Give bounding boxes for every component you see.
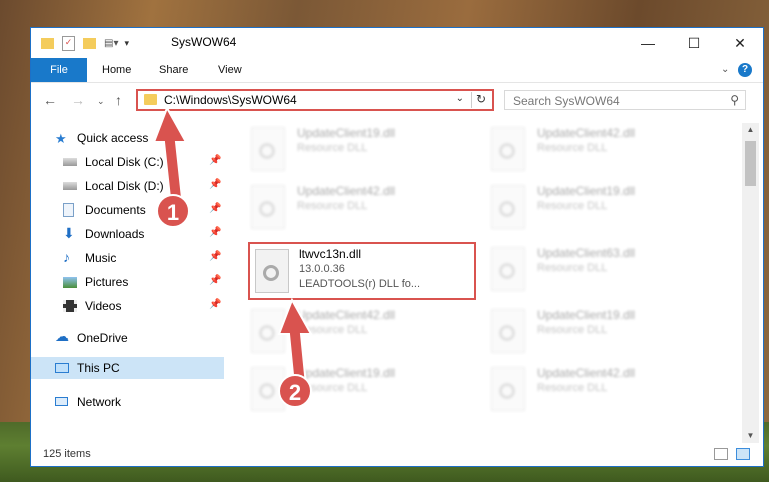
large-icons-view-icon[interactable] bbox=[736, 448, 750, 460]
gear-icon bbox=[499, 263, 515, 279]
step-badge-2: 2 bbox=[278, 374, 312, 408]
navigation-pane: ★ Quick access Local Disk (C:) 📌 Local D… bbox=[31, 123, 224, 443]
sidebar-item-local-disk-d[interactable]: Local Disk (D:) 📌 bbox=[31, 175, 224, 197]
gear-icon bbox=[263, 265, 279, 281]
sidebar-item-network[interactable]: Network bbox=[31, 391, 224, 413]
tab-file[interactable]: File bbox=[31, 58, 87, 82]
properties-icon[interactable]: ✓ bbox=[62, 35, 75, 51]
scroll-up-icon[interactable]: ▲ bbox=[742, 123, 759, 137]
gear-icon bbox=[499, 201, 515, 217]
search-input[interactable]: Search SysWOW64 ⚲ bbox=[504, 90, 746, 110]
ribbon-tabs: File Home Share View ⌄ ? bbox=[31, 58, 763, 83]
title-bar: ✓ ▤▾ ▾ SysWOW64 — ☐ ✕ bbox=[31, 28, 763, 58]
details-view-icon[interactable] bbox=[714, 448, 728, 460]
sidebar-item-local-disk-c[interactable]: Local Disk (C:) 📌 bbox=[31, 151, 224, 173]
file-item[interactable]: UpdateClient19.dll Resource DLL bbox=[241, 363, 471, 415]
expand-ribbon-icon[interactable]: ⌄ bbox=[721, 64, 729, 75]
new-folder-icon[interactable] bbox=[83, 37, 96, 49]
quick-access-toolbar: ✓ ▤▾ ▾ bbox=[41, 34, 129, 52]
tab-home[interactable]: Home bbox=[102, 58, 131, 82]
videos-icon bbox=[63, 300, 77, 312]
address-path[interactable]: C:\Windows\SysWOW64 bbox=[164, 93, 297, 107]
back-arrow-icon[interactable]: ← bbox=[43, 92, 57, 108]
file-item[interactable]: UpdateClient19.dll Resource DLL bbox=[481, 305, 711, 357]
pictures-icon bbox=[63, 277, 77, 288]
vertical-scrollbar[interactable]: ▲ ▼ bbox=[742, 123, 759, 443]
scrollbar-thumb[interactable] bbox=[745, 141, 756, 186]
pin-icon[interactable]: 📌 bbox=[209, 227, 221, 238]
sidebar-item-videos[interactable]: Videos 📌 bbox=[31, 295, 224, 317]
sidebar-item-documents[interactable]: Documents 📌 bbox=[31, 199, 224, 221]
download-icon: ⬇ bbox=[63, 225, 75, 241]
forward-arrow-icon[interactable]: → bbox=[71, 92, 85, 108]
sidebar-item-downloads[interactable]: ⬇ Downloads 📌 bbox=[31, 223, 224, 245]
sidebar-item-quick-access[interactable]: ★ Quick access bbox=[31, 127, 224, 149]
window-title: SysWOW64 bbox=[171, 35, 237, 49]
item-count: 125 items bbox=[43, 448, 91, 460]
sidebar-item-this-pc[interactable]: This PC bbox=[31, 357, 224, 379]
file-item[interactable]: UpdateClient19.dll Resource DLL bbox=[481, 181, 711, 233]
recent-locations-icon[interactable]: ⌄ bbox=[97, 96, 105, 107]
tab-share[interactable]: Share bbox=[159, 58, 188, 82]
refresh-icon[interactable]: ↻ bbox=[471, 92, 490, 108]
scroll-down-icon[interactable]: ▼ bbox=[742, 429, 759, 443]
file-item-ltwvc13n[interactable]: ltwvc13n.dll 13.0.0.36 LEADTOOLS(r) DLL … bbox=[248, 242, 476, 300]
navigation-row: ← → ⌄ ↑ C:\Windows\SysWOW64 ⌄ ↻ Search S… bbox=[31, 83, 763, 119]
customize-icon[interactable]: ▤▾ bbox=[104, 38, 118, 49]
file-item[interactable]: UpdateClient42.dll Resource DLL bbox=[241, 181, 471, 233]
maximize-button[interactable]: ☐ bbox=[671, 28, 717, 58]
gear-icon bbox=[259, 325, 275, 341]
step-badge-1: 1 bbox=[156, 194, 190, 228]
pin-icon[interactable]: 📌 bbox=[209, 299, 221, 310]
folder-icon[interactable] bbox=[41, 37, 54, 49]
drive-icon bbox=[63, 182, 77, 190]
file-item[interactable]: UpdateClient42.dll Resource DLL bbox=[241, 305, 471, 357]
sidebar-item-music[interactable]: ♪ Music 📌 bbox=[31, 247, 224, 269]
gear-icon bbox=[259, 143, 275, 159]
pin-icon[interactable]: 📌 bbox=[209, 155, 221, 166]
close-button[interactable]: ✕ bbox=[717, 28, 763, 58]
file-description: LEADTOOLS(r) DLL fo... bbox=[299, 278, 421, 290]
address-bar[interactable]: C:\Windows\SysWOW64 ⌄ ↻ bbox=[136, 89, 494, 111]
file-item[interactable]: UpdateClient42.dll Resource DLL bbox=[481, 363, 711, 415]
documents-icon bbox=[63, 203, 74, 217]
sidebar-item-onedrive[interactable]: ☁ OneDrive bbox=[31, 327, 224, 349]
file-explorer-window: ✓ ▤▾ ▾ SysWOW64 — ☐ ✕ File Home Share Vi… bbox=[30, 27, 764, 467]
star-icon: ★ bbox=[55, 131, 67, 146]
gear-icon bbox=[499, 143, 515, 159]
search-placeholder: Search SysWOW64 bbox=[513, 94, 620, 108]
file-item[interactable]: UpdateClient42.dll Resource DLL bbox=[481, 123, 711, 175]
chevron-down-icon[interactable]: ▾ bbox=[124, 38, 129, 49]
cloud-icon: ☁ bbox=[55, 328, 69, 344]
pin-icon[interactable]: 📌 bbox=[209, 251, 221, 262]
pin-icon[interactable]: 📌 bbox=[209, 275, 221, 286]
search-icon[interactable]: ⚲ bbox=[730, 93, 739, 107]
pin-icon[interactable]: 📌 bbox=[209, 203, 221, 214]
up-arrow-icon[interactable]: ↑ bbox=[115, 92, 122, 108]
gear-icon bbox=[259, 201, 275, 217]
file-version: 13.0.0.36 bbox=[299, 263, 345, 275]
minimize-button[interactable]: — bbox=[625, 28, 671, 58]
network-icon bbox=[55, 397, 68, 406]
gear-icon bbox=[499, 325, 515, 341]
computer-icon bbox=[55, 363, 69, 373]
file-item[interactable]: UpdateClient63.dll Resource DLL bbox=[481, 243, 711, 295]
music-icon: ♪ bbox=[63, 249, 70, 265]
status-bar: 125 items bbox=[31, 444, 763, 466]
file-item[interactable]: UpdateClient19.dll Resource DLL bbox=[241, 123, 471, 175]
drive-icon bbox=[63, 158, 77, 166]
folder-icon bbox=[144, 94, 157, 105]
file-name: ltwvc13n.dll bbox=[299, 247, 362, 261]
chevron-down-icon[interactable]: ⌄ bbox=[456, 93, 464, 104]
help-icon[interactable]: ? bbox=[738, 63, 752, 77]
tab-view[interactable]: View bbox=[218, 58, 242, 82]
pin-icon[interactable]: 📌 bbox=[209, 179, 221, 190]
sidebar-item-pictures[interactable]: Pictures 📌 bbox=[31, 271, 224, 293]
gear-icon bbox=[499, 383, 515, 399]
gear-icon bbox=[259, 383, 275, 399]
